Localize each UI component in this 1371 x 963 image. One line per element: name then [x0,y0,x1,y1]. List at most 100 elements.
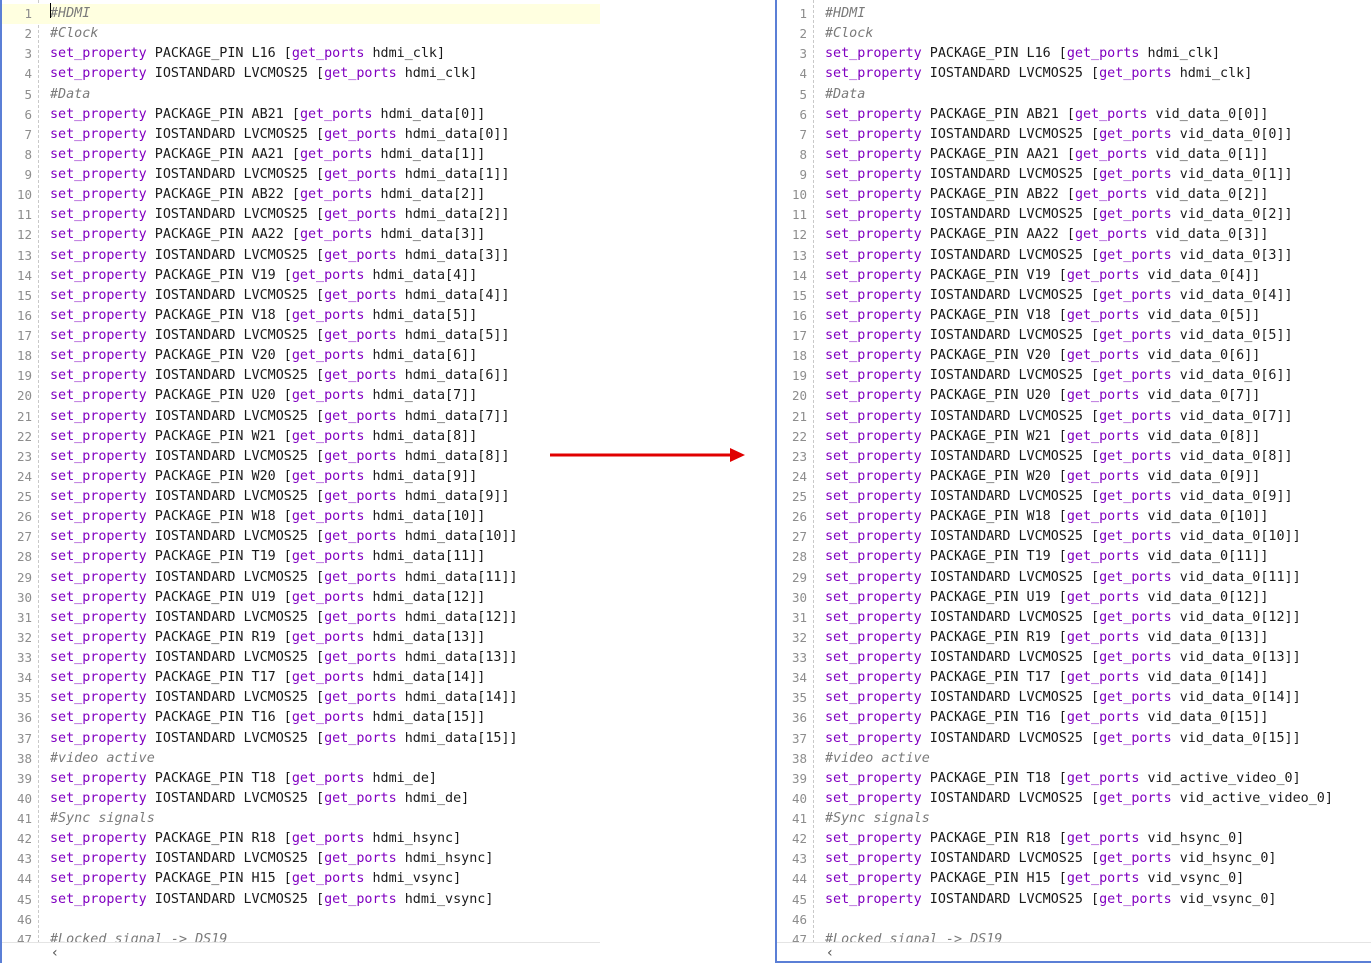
code-line[interactable]: 2 #Clock [777,24,1371,44]
code-line[interactable]: 5 #Data [2,85,600,105]
code-line[interactable]: 23 set_property IOSTANDARD LVCMOS25 [get_… [777,447,1371,467]
code-line[interactable]: 10 set_property PACKAGE_PIN AB22 [get_por… [777,185,1371,205]
code-line[interactable]: 4 set_property IOSTANDARD LVCMOS25 [get_p… [2,64,600,84]
code-line[interactable]: 3 set_property PACKAGE_PIN L16 [get_ports… [777,44,1371,64]
code-line[interactable]: 42 set_property PACKAGE_PIN R18 [get_port… [777,829,1371,849]
code-line[interactable]: 24 set_property PACKAGE_PIN W20 [get_port… [777,467,1371,487]
code-line[interactable]: 43 set_property IOSTANDARD LVCMOS25 [get_… [777,849,1371,869]
scroll-left-icon[interactable]: ‹ [52,945,58,961]
code-line[interactable]: 32 set_property PACKAGE_PIN R19 [get_port… [2,628,600,648]
code-line[interactable]: 15 set_property IOSTANDARD LVCMOS25 [get_… [2,286,600,306]
code-line[interactable]: 45 set_property IOSTANDARD LVCMOS25 [get_… [777,890,1371,910]
code-line[interactable]: 2 #Clock [2,24,600,44]
code-line[interactable]: 41 #Sync signals [2,809,600,829]
code-line[interactable]: 3 set_property PACKAGE_PIN L16 [get_ports… [2,44,600,64]
code-line[interactable]: 7 set_property IOSTANDARD LVCMOS25 [get_p… [2,125,600,145]
code-line[interactable]: 36 set_property PACKAGE_PIN T16 [get_port… [2,708,600,728]
code-line[interactable]: 20 set_property PACKAGE_PIN U20 [get_port… [2,386,600,406]
code-line[interactable]: 37 set_property IOSTANDARD LVCMOS25 [get_… [2,729,600,749]
code-line[interactable]: 12 set_property PACKAGE_PIN AA22 [get_por… [777,225,1371,245]
code-line[interactable]: 35 set_property IOSTANDARD LVCMOS25 [get_… [777,688,1371,708]
code-line[interactable]: 33 set_property IOSTANDARD LVCMOS25 [get_… [777,648,1371,668]
code-line[interactable]: 40 set_property IOSTANDARD LVCMOS25 [get_… [2,789,600,809]
code-line[interactable]: 44 set_property PACKAGE_PIN H15 [get_port… [777,869,1371,889]
code-line[interactable]: 46 [2,910,600,930]
code-line[interactable]: 12 set_property PACKAGE_PIN AA22 [get_por… [2,225,600,245]
code-line[interactable]: 41 #Sync signals [777,809,1371,829]
code-line[interactable]: 34 set_property PACKAGE_PIN T17 [get_port… [777,668,1371,688]
code-line[interactable]: 37 set_property IOSTANDARD LVCMOS25 [get_… [777,729,1371,749]
code-line[interactable]: 30 set_property PACKAGE_PIN U19 [get_port… [777,588,1371,608]
code-line[interactable]: 4 set_property IOSTANDARD LVCMOS25 [get_p… [777,64,1371,84]
line-number: 32 [16,629,32,645]
code-line[interactable]: 31 set_property IOSTANDARD LVCMOS25 [get_… [777,608,1371,628]
code-line[interactable]: 24 set_property PACKAGE_PIN W20 [get_port… [2,467,600,487]
code-line[interactable]: 30 set_property PACKAGE_PIN U19 [get_port… [2,588,600,608]
code-line[interactable]: 17 set_property IOSTANDARD LVCMOS25 [get_… [2,326,600,346]
code-line[interactable]: 42 set_property PACKAGE_PIN R18 [get_port… [2,829,600,849]
code-line[interactable]: 21 set_property IOSTANDARD LVCMOS25 [get_… [777,407,1371,427]
code-line[interactable]: 10 set_property PACKAGE_PIN AB22 [get_por… [2,185,600,205]
code-line[interactable]: 6 set_property PACKAGE_PIN AB21 [get_port… [2,105,600,125]
code-line[interactable]: 1 #HDMI [777,4,1371,24]
code-line[interactable]: 21 set_property IOSTANDARD LVCMOS25 [get_… [2,407,600,427]
code-line[interactable]: 36 set_property PACKAGE_PIN T16 [get_port… [777,708,1371,728]
code-line[interactable]: 20 set_property PACKAGE_PIN U20 [get_port… [777,386,1371,406]
code-line[interactable]: 26 set_property PACKAGE_PIN W18 [get_port… [777,507,1371,527]
code-line[interactable]: 15 set_property IOSTANDARD LVCMOS25 [get_… [777,286,1371,306]
code-line[interactable]: 17 set_property IOSTANDARD LVCMOS25 [get_… [777,326,1371,346]
code-line[interactable]: 35 set_property IOSTANDARD LVCMOS25 [get_… [2,688,600,708]
code-line[interactable]: 18 set_property PACKAGE_PIN V20 [get_port… [777,346,1371,366]
code-line[interactable]: 31 set_property IOSTANDARD LVCMOS25 [get_… [2,608,600,628]
code-line[interactable]: 23 set_property IOSTANDARD LVCMOS25 [get_… [2,447,600,467]
code-line[interactable]: 45 set_property IOSTANDARD LVCMOS25 [get_… [2,890,600,910]
code-line[interactable]: 19 set_property IOSTANDARD LVCMOS25 [get_… [777,366,1371,386]
code-line[interactable]: 40 set_property IOSTANDARD LVCMOS25 [get_… [777,789,1371,809]
code-line[interactable]: 9 set_property IOSTANDARD LVCMOS25 [get_p… [777,165,1371,185]
code-line[interactable]: 14 set_property PACKAGE_PIN V19 [get_port… [2,266,600,286]
code-line[interactable]: 18 set_property PACKAGE_PIN V20 [get_port… [2,346,600,366]
code-line[interactable]: 16 set_property PACKAGE_PIN V18 [get_port… [777,306,1371,326]
code-line[interactable]: 14 set_property PACKAGE_PIN V19 [get_port… [777,266,1371,286]
code-line[interactable]: 6 set_property PACKAGE_PIN AB21 [get_port… [777,105,1371,125]
code-line[interactable]: 8 set_property PACKAGE_PIN AA21 [get_port… [777,145,1371,165]
code-line[interactable]: 46 [777,910,1371,930]
code-line[interactable]: 22 set_property PACKAGE_PIN W21 [get_port… [777,427,1371,447]
code-line[interactable]: 39 set_property PACKAGE_PIN T18 [get_port… [2,769,600,789]
code-line[interactable]: 19 set_property IOSTANDARD LVCMOS25 [get_… [2,366,600,386]
code-line[interactable]: 38 #video active [2,749,600,769]
code-line[interactable]: 25 set_property IOSTANDARD LVCMOS25 [get_… [2,487,600,507]
code-line[interactable]: 28 set_property PACKAGE_PIN T19 [get_port… [777,547,1371,567]
code-line[interactable]: 27 set_property IOSTANDARD LVCMOS25 [get_… [777,527,1371,547]
code-line[interactable]: 39 set_property PACKAGE_PIN T18 [get_port… [777,769,1371,789]
editor-pane-original[interactable]: 1 #HDMI 2 #Clock 3 set_property PACKAGE_PIN L… [0,0,600,963]
scroll-left-icon[interactable]: ‹ [827,945,833,961]
code-line[interactable]: 5 #Data [777,85,1371,105]
editor-pane-modified[interactable]: 1 #HDMI 2 #Clock 3 set_property PACKAGE_PIN L… [775,0,1371,963]
code-line[interactable]: 16 set_property PACKAGE_PIN V18 [get_port… [2,306,600,326]
code-line[interactable]: 38 #video active [777,749,1371,769]
code-line[interactable]: 25 set_property IOSTANDARD LVCMOS25 [get_… [777,487,1371,507]
code-line[interactable]: 26 set_property PACKAGE_PIN W18 [get_port… [2,507,600,527]
code-line[interactable]: 22 set_property PACKAGE_PIN W21 [get_port… [2,427,600,447]
code-line[interactable]: 34 set_property PACKAGE_PIN T17 [get_port… [2,668,600,688]
code-line[interactable]: 8 set_property PACKAGE_PIN AA21 [get_port… [2,145,600,165]
code-line[interactable]: 29 set_property IOSTANDARD LVCMOS25 [get_… [2,568,600,588]
code-line[interactable]: 33 set_property IOSTANDARD LVCMOS25 [get_… [2,648,600,668]
code-line[interactable]: 9 set_property IOSTANDARD LVCMOS25 [get_p… [2,165,600,185]
horizontal-scrollbar[interactable]: ‹ [2,942,600,963]
code-line[interactable]: 7 set_property IOSTANDARD LVCMOS25 [get_p… [777,125,1371,145]
code-line[interactable]: 13 set_property IOSTANDARD LVCMOS25 [get_… [777,246,1371,266]
code-line[interactable]: 11 set_property IOSTANDARD LVCMOS25 [get_… [777,205,1371,225]
code-line[interactable]: 27 set_property IOSTANDARD LVCMOS25 [get_… [2,527,600,547]
keyword-token: get_ports [291,267,365,283]
code-line[interactable]: 11 set_property IOSTANDARD LVCMOS25 [get_… [2,205,600,225]
code-line[interactable]: 43 set_property IOSTANDARD LVCMOS25 [get_… [2,849,600,869]
code-line[interactable]: 32 set_property PACKAGE_PIN R19 [get_port… [777,628,1371,648]
code-line[interactable]: 44 set_property PACKAGE_PIN H15 [get_port… [2,869,600,889]
horizontal-scrollbar[interactable]: ‹ [777,942,1371,963]
code-line[interactable]: 1 #HDMI [2,4,600,25]
code-line[interactable]: 13 set_property IOSTANDARD LVCMOS25 [get_… [2,246,600,266]
code-line[interactable]: 29 set_property IOSTANDARD LVCMOS25 [get_… [777,568,1371,588]
code-line[interactable]: 28 set_property PACKAGE_PIN T19 [get_port… [2,547,600,567]
